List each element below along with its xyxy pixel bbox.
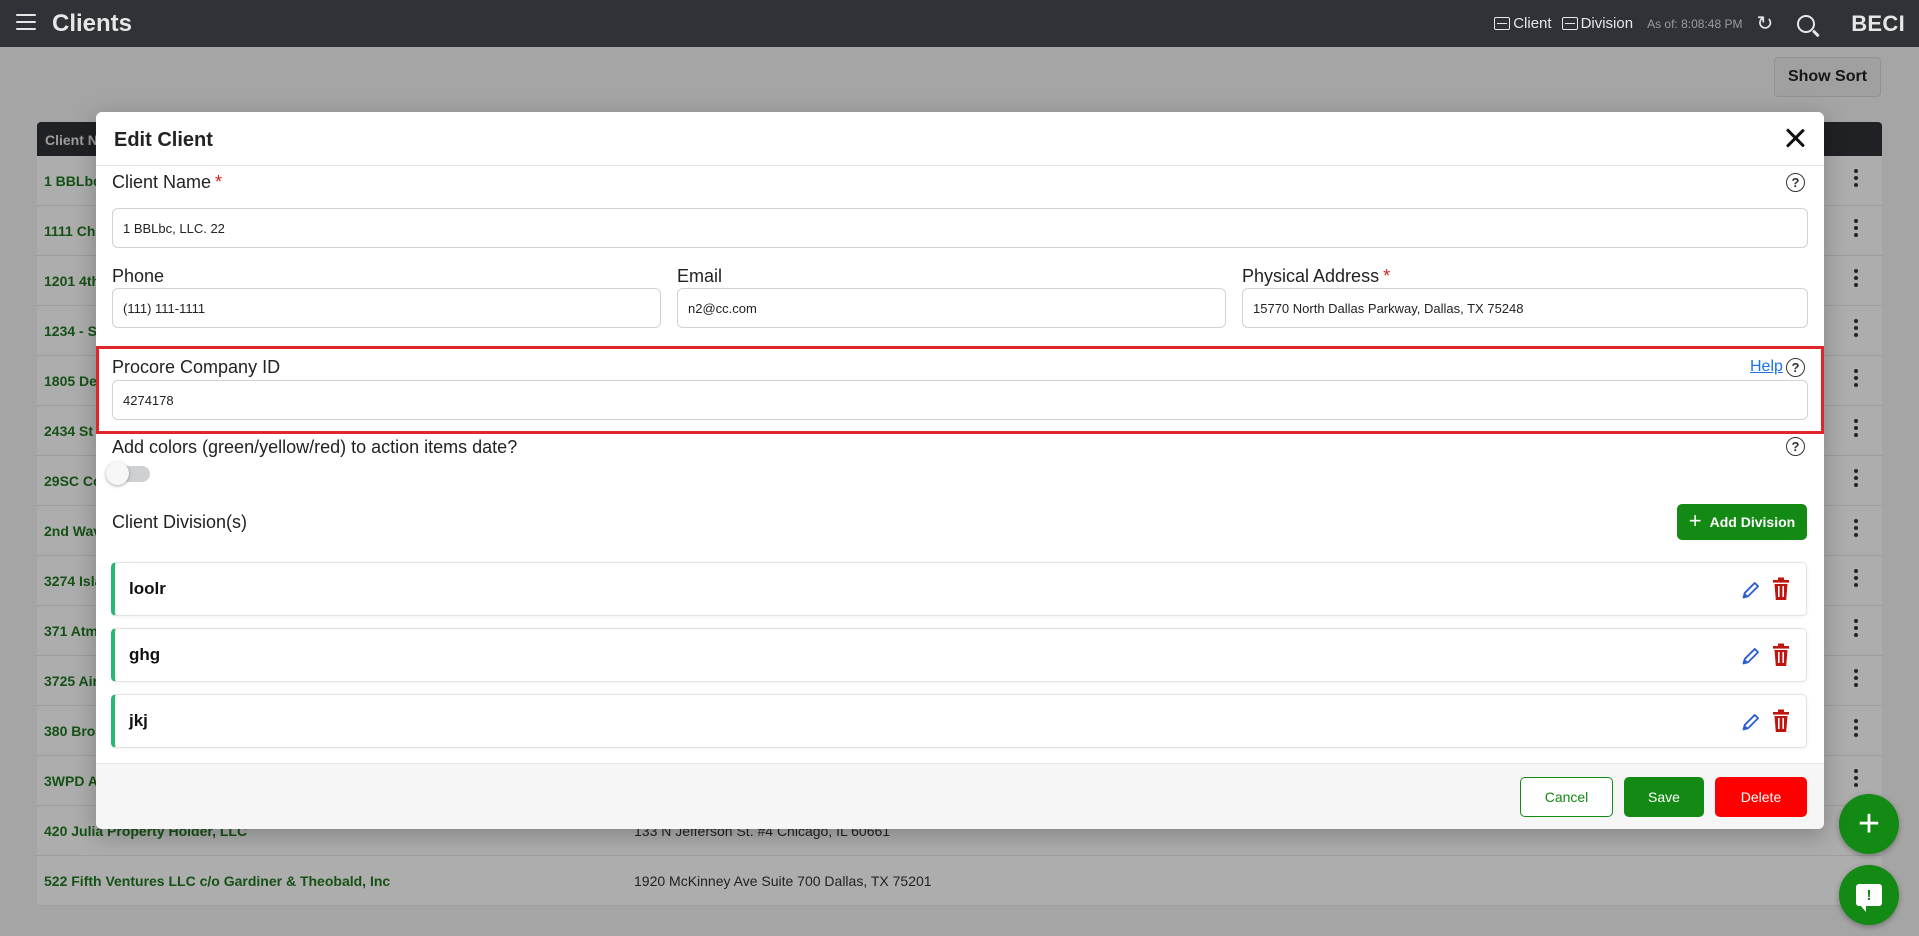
search-icon[interactable] [1797,14,1816,33]
brand-logo: BECI [1851,10,1905,36]
colors-toggle-switch[interactable] [106,462,150,485]
top-bar: Clients Client Division As of: 8:08:48 P… [0,0,1919,47]
email-input[interactable] [677,288,1226,328]
add-division-label: Add Division [1709,514,1796,530]
trash-icon[interactable] [1772,709,1790,733]
client-name-label: Client Name * [112,172,222,193]
physical-address-label: Physical Address * [1242,266,1390,287]
procore-company-id-label: Procore Company ID [112,357,281,377]
chat-icon: ! [1856,884,1882,912]
refresh-icon[interactable]: ↻ [1756,11,1773,36]
division-card: loolr [111,562,1807,616]
help-icon[interactable]: ? [1786,358,1805,377]
edit-icon[interactable] [1741,712,1761,732]
plus-icon: + [1857,803,1881,845]
client-divisions-label: Client Division(s) [112,512,248,532]
modal-title: Edit Client [114,129,213,151]
chat-fab[interactable]: ! [1839,865,1899,925]
phone-input[interactable] [112,288,661,328]
as-of-timestamp: As of: 8:08:48 PM [1647,16,1743,31]
procore-help-link[interactable]: Help [1750,358,1783,376]
hamburger-menu-icon[interactable] [16,14,36,30]
cancel-button[interactable]: Cancel [1520,777,1613,817]
physical-address-label-text: Physical Address [1242,266,1380,286]
edit-client-modal: Edit Client Client Name* ? Phone Email P… [96,112,1824,829]
top-bar-actions: Client Division As of: 8:08:48 PM ↻ BECI [1494,0,1905,47]
trash-icon[interactable] [1772,577,1790,601]
plus-icon: + [1688,508,1702,533]
nav-client-link[interactable]: Client [1494,15,1552,32]
nav-division-label: Division [1580,15,1634,32]
trash-icon[interactable] [1772,643,1790,667]
client-name-input[interactable] [112,208,1808,248]
division-name: loolr [129,579,166,598]
modal-footer: Cancel Save Delete [96,763,1824,829]
add-client-fab[interactable]: + [1839,794,1899,854]
help-icon[interactable]: ? [1786,173,1805,192]
colors-toggle-label: Add colors (green/yellow/red) to action … [112,437,518,457]
inbox-icon [1494,17,1511,30]
modal-header: Edit Client [96,112,1824,166]
edit-icon[interactable] [1741,646,1761,666]
delete-button[interactable]: Delete [1715,777,1807,817]
physical-address-input[interactable] [1242,288,1808,328]
division-card: jkj [111,694,1807,748]
email-label: Email [677,266,723,286]
nav-client-label: Client [1513,15,1552,32]
division-name: ghg [129,645,161,664]
close-icon[interactable] [1784,127,1806,149]
phone-label: Phone [112,266,165,286]
required-mark: * [1383,266,1391,286]
client-name-label-text: Client Name [112,172,212,192]
division-card: ghg [111,628,1807,682]
division-name: jkj [129,711,148,730]
nav-division-link[interactable]: Division [1561,15,1634,32]
save-button[interactable]: Save [1624,777,1704,817]
inbox-icon [1561,17,1578,30]
toggle-knob [106,462,129,485]
page-title: Clients [52,10,133,37]
procore-company-id-input[interactable] [112,380,1808,420]
required-mark: * [215,172,223,192]
edit-icon[interactable] [1741,580,1761,600]
help-icon[interactable]: ? [1786,437,1805,456]
add-division-button[interactable]: + Add Division [1677,504,1807,540]
